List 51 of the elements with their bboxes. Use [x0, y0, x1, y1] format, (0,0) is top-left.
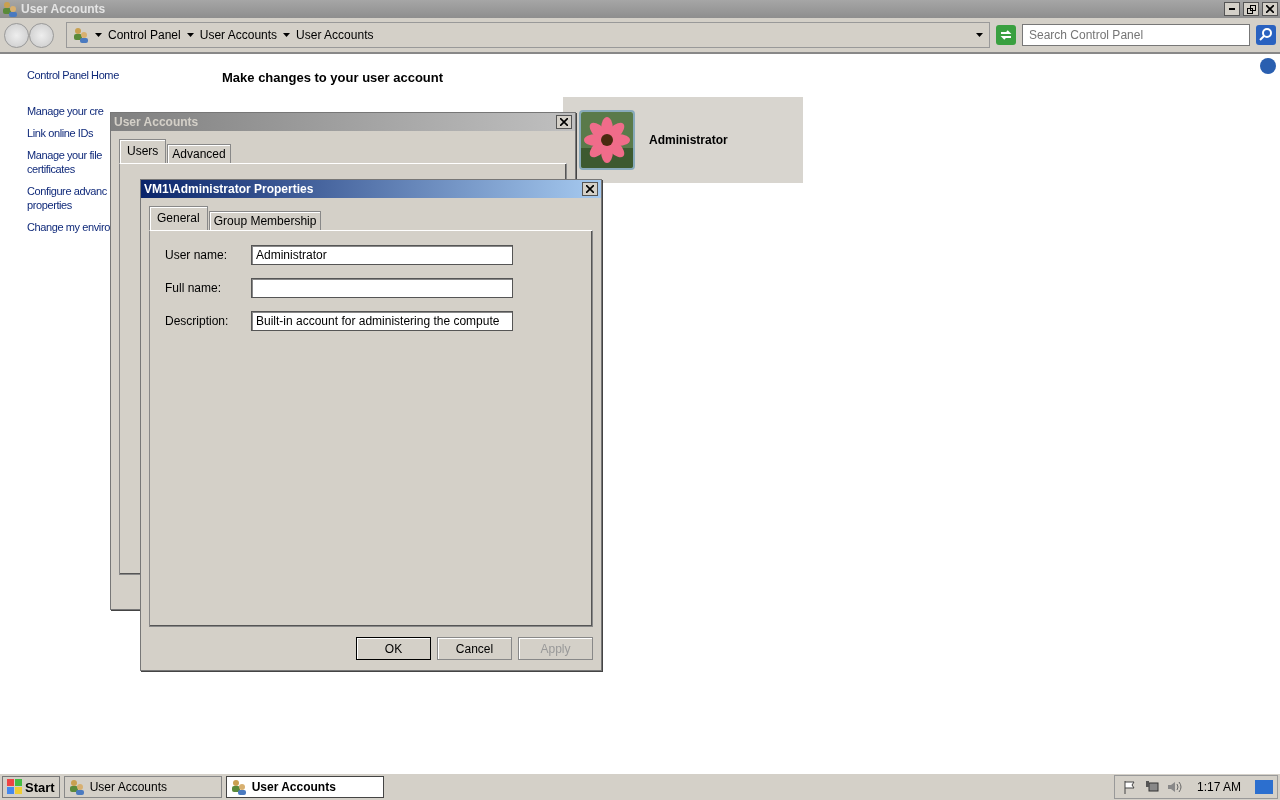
- page-heading: Make changes to your user account: [222, 69, 445, 85]
- restore-icon: [1246, 4, 1256, 14]
- window-title: User Accounts: [21, 2, 107, 16]
- close-button[interactable]: [1262, 2, 1278, 16]
- field-label: Description:: [165, 314, 230, 328]
- minimize-button[interactable]: [1224, 2, 1240, 16]
- breadcrumb[interactable]: Control Panel: [108, 28, 181, 42]
- field-label: Full name:: [165, 281, 223, 295]
- users-icon: [68, 779, 85, 795]
- tab[interactable]: Group Membership: [208, 211, 322, 230]
- caret-icon: [283, 33, 291, 37]
- close-button[interactable]: [556, 115, 572, 129]
- network-icon[interactable]: [1144, 780, 1159, 794]
- dialog-button[interactable]: OK: [356, 637, 431, 660]
- input-field[interactable]: [251, 278, 513, 298]
- search-icon[interactable]: [1256, 25, 1276, 45]
- refresh-icon[interactable]: [996, 25, 1016, 45]
- users-icon: [230, 779, 247, 795]
- start-button[interactable]: Start: [2, 776, 60, 798]
- flag-icon[interactable]: [1122, 780, 1137, 794]
- input-field[interactable]: Administrator: [251, 245, 513, 265]
- tab[interactable]: Advanced: [167, 144, 231, 163]
- account-name: Administrator: [649, 133, 728, 147]
- users-icon: [2, 1, 18, 17]
- close-icon: [586, 185, 594, 193]
- speaker-icon[interactable]: [1166, 780, 1183, 794]
- tab[interactable]: Users: [119, 139, 167, 163]
- input-field[interactable]: Built-in account for administering the compute: [251, 311, 513, 331]
- dialog-button[interactable]: Cancel: [437, 637, 512, 660]
- close-button[interactable]: [582, 182, 598, 196]
- clock[interactable]: 1:17 AM: [1196, 780, 1241, 794]
- breadcrumb[interactable]: User Accounts: [296, 28, 374, 42]
- minimize-icon: [1229, 8, 1235, 10]
- breadcrumb[interactable]: User Accounts: [199, 28, 278, 42]
- taskbar-button[interactable]: User Accounts: [63, 776, 222, 798]
- dialog-title: User Accounts: [114, 115, 200, 129]
- tab[interactable]: General: [149, 206, 208, 230]
- search-field[interactable]: Search Control Panel: [1022, 24, 1250, 46]
- taskbar-button[interactable]: User Accounts: [225, 776, 384, 798]
- caret-icon: [186, 33, 194, 37]
- field-label: User name:: [165, 248, 229, 262]
- caret-icon: [95, 33, 102, 37]
- close-icon: [560, 118, 568, 126]
- caret-icon: [976, 33, 983, 37]
- restore-button[interactable]: [1243, 2, 1259, 16]
- address-bar[interactable]: Control Panel User Accounts User Accounts: [66, 22, 990, 48]
- windows-logo-icon: [7, 779, 23, 795]
- sidebar-link[interactable]: Control Panel Home: [27, 68, 222, 82]
- close-icon: [1266, 5, 1274, 13]
- users-icon: [73, 27, 89, 43]
- dialog-title: VM1\Administrator Properties: [144, 182, 315, 196]
